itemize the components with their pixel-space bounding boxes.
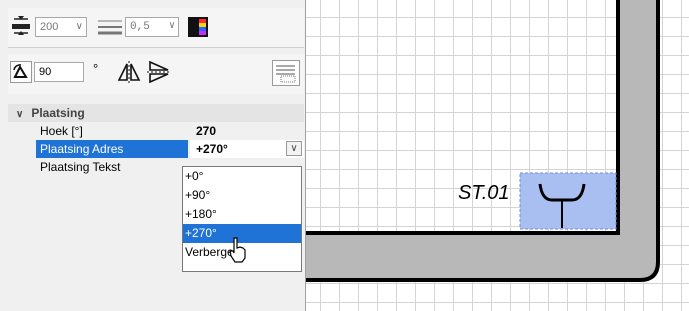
mirror-horizontal-icon [117,61,141,83]
dropdown-option[interactable]: +90° [183,186,301,205]
property-label: Hoek [°] [40,124,83,138]
rotation-value: 90 [39,66,52,78]
property-value[interactable]: 270 [190,122,304,140]
chevron-down-icon: ∨ [75,21,83,32]
property-row-hoek[interactable]: Hoek [°] 270 [8,122,304,140]
property-row-plaatsing-adres[interactable]: Plaatsing Adres +270° ∨ [8,140,304,158]
line-width-icon[interactable] [10,15,32,37]
mirror-vertical-button[interactable] [146,60,172,84]
rotation-input[interactable]: 90 [34,62,84,82]
property-value: +270° [196,142,228,156]
line-toolbar: 200 ∨ 0,5 ∨ [8,8,304,48]
rotation-toolbar: 90 ° [8,54,304,94]
color-picker-icon[interactable] [188,17,208,37]
drawing-canvas[interactable]: ST.01 [306,0,689,311]
wall-shape [306,0,658,280]
line-style-icon[interactable] [98,17,122,37]
chevron-down-icon: ∨ [168,21,175,32]
category-label: Plaatsing [31,106,85,120]
degree-label: ° [93,61,99,76]
property-value-select[interactable]: +270° ∨ [190,140,304,158]
line-width-select[interactable]: 200 ∨ [35,17,87,37]
chevron-down-icon[interactable]: ∨ [16,109,23,120]
floorplan-drawing [306,0,660,282]
line-width-value: 200 [40,21,59,33]
list-view-icon [276,65,296,83]
category-header[interactable]: ∨ Plaatsing [8,104,304,122]
dropdown-option[interactable]: +180° [183,205,301,224]
rotate-button[interactable] [10,61,32,83]
mirror-horizontal-button[interactable] [116,60,142,84]
rotate-icon [13,64,28,78]
mirror-vertical-icon [147,60,171,84]
list-view-button[interactable] [272,60,300,86]
symbol-label[interactable]: ST.01 [458,182,510,205]
hand-cursor-icon [229,237,246,263]
property-label: Plaatsing Adres [36,140,188,158]
line-style-value: 0,5 [130,21,150,33]
chevron-down-icon[interactable]: ∨ [286,141,302,156]
property-label: Plaatsing Tekst [40,160,121,174]
dropdown-option[interactable]: +0° [183,167,301,186]
line-style-select[interactable]: 0,5 ∨ [125,17,179,37]
